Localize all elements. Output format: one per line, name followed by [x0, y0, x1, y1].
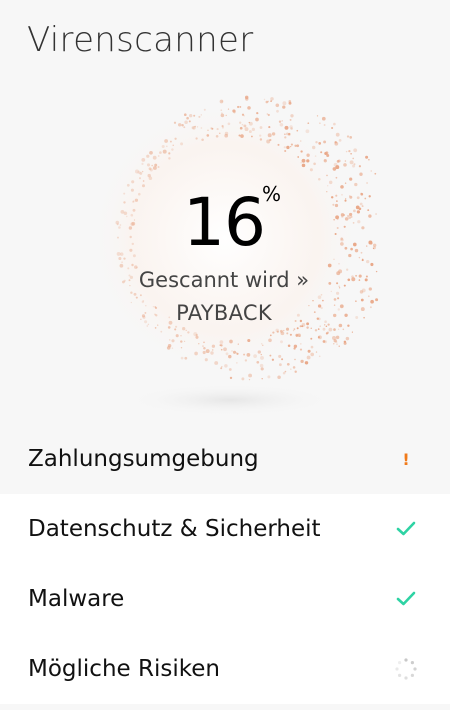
virus-scanner-screen: Virenscanner 16 % Gescannt wird » PAYBAC… [0, 0, 450, 710]
ring-shadow [125, 384, 335, 416]
page-title: Virenscanner [27, 20, 254, 60]
checkmark-icon [394, 587, 418, 611]
checkmark-icon [394, 517, 418, 541]
check-item-label: Malware [28, 586, 125, 612]
check-item-possible-risks[interactable]: Mögliche Risiken [0, 634, 450, 704]
scan-progress-value: 16 [183, 184, 266, 261]
exclamation-icon: ! [402, 449, 410, 469]
scan-progress-visual: 16 % Gescannt wird » PAYBACK [100, 88, 380, 418]
check-item-label: Mögliche Risiken [28, 656, 220, 682]
scan-status-label: Gescannt wird » [138, 268, 310, 292]
spinner-icon [394, 657, 418, 681]
check-item-malware[interactable]: Malware [0, 564, 450, 634]
scan-check-list: Zahlungsumgebung ! Datenschutz & Sicherh… [0, 424, 450, 704]
check-item-privacy-security[interactable]: Datenschutz & Sicherheit [0, 494, 450, 564]
check-item-payment-environment[interactable]: Zahlungsumgebung ! [0, 424, 450, 494]
check-item-label: Zahlungsumgebung [28, 446, 259, 472]
scan-current-target: PAYBACK [176, 301, 272, 325]
percent-sign: % [262, 182, 282, 206]
check-item-label: Datenschutz & Sicherheit [28, 516, 321, 542]
